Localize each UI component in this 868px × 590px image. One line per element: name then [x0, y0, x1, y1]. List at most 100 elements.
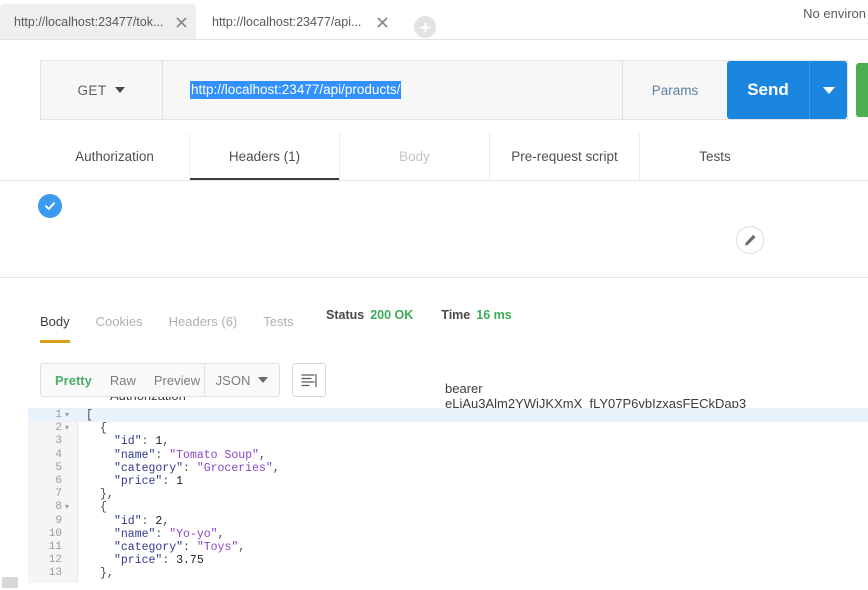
- header-row-empty: Header Value: [40, 221, 770, 474]
- response-format-toggle: Pretty Raw Preview: [40, 363, 216, 397]
- code-token: ,: [272, 461, 280, 475]
- format-pretty-button[interactable]: Pretty: [55, 373, 92, 388]
- postman-window: http://localhost:23477/tok... http://loc…: [0, 0, 868, 590]
- code-token: 3.75: [176, 554, 204, 568]
- code-token: :: [141, 435, 156, 449]
- code-token: "category": [114, 461, 184, 475]
- request-tab-1[interactable]: http://localhost:23477/tok...: [0, 4, 196, 40]
- code-token: :: [162, 554, 177, 568]
- pencil-icon[interactable]: [736, 226, 764, 254]
- response-language-selector[interactable]: JSON: [204, 363, 280, 397]
- http-method-label: GET: [77, 82, 107, 98]
- code-line: 6 "price": 1: [28, 475, 868, 488]
- code-token: :: [155, 448, 170, 462]
- code-token: [: [86, 409, 93, 422]
- tab-headers[interactable]: Headers (1): [190, 133, 340, 181]
- line-number: 4: [55, 448, 62, 461]
- response-body-viewer[interactable]: 1 ▾[2 ▾{3 "id": 1, 4 "name": "Tomato Soup", 5 "…: [28, 408, 868, 583]
- line-number: 8: [55, 501, 62, 514]
- format-preview-button[interactable]: Preview: [154, 373, 200, 388]
- code-line: 5 "category": "Groceries",: [28, 462, 868, 475]
- code-line-text: "id": 1,: [86, 435, 169, 448]
- code-line-text: "category": "Groceries",: [86, 462, 280, 475]
- request-tab-2-title: http://localhost:23477/api...: [212, 15, 362, 29]
- code-line: 2 ▾ {: [28, 422, 868, 435]
- close-icon[interactable]: [373, 13, 391, 31]
- code-token: "price": [114, 474, 163, 488]
- code-line-text: {: [86, 501, 107, 514]
- code-token: "category": [114, 540, 184, 554]
- code-line-text: {: [86, 422, 107, 435]
- status-badge: 200 OK: [370, 308, 414, 322]
- fold-toggle-icon[interactable]: ▾: [65, 409, 73, 422]
- code-token: :: [183, 540, 197, 554]
- line-number: 6: [55, 474, 62, 487]
- code-token: },: [100, 567, 114, 581]
- tab-tests[interactable]: Tests: [640, 133, 790, 180]
- wrap-lines-icon[interactable]: [292, 363, 326, 397]
- code-line: 12 "price": 3.75: [28, 554, 868, 567]
- time-value: 16 ms: [476, 308, 512, 322]
- code-token: ,: [162, 435, 170, 449]
- response-tab-headers[interactable]: Headers (6): [169, 314, 238, 329]
- send-options-button[interactable]: [809, 61, 847, 119]
- code-token: },: [100, 488, 114, 502]
- code-line: 1 ▾ [: [28, 409, 868, 423]
- code-line-text: "name": "Yo-yo",: [86, 528, 224, 541]
- url-bar: GET http://localhost:23477/api/products/…: [40, 60, 848, 120]
- code-line-text: "price": 1: [86, 475, 183, 488]
- request-tab-2[interactable]: http://localhost:23477/api...: [198, 4, 408, 40]
- code-token: ,: [258, 448, 266, 462]
- code-token: ,: [217, 527, 225, 541]
- code-line-text: "name": "Tomato Soup",: [86, 449, 266, 462]
- code-line-text: },: [86, 567, 114, 580]
- fold-toggle-icon[interactable]: ▾: [65, 501, 73, 514]
- add-tab-button[interactable]: [414, 16, 436, 38]
- line-number: 1: [55, 409, 62, 421]
- code-line-text: [: [86, 409, 93, 422]
- code-token: "id": [114, 435, 142, 449]
- line-number: 5: [55, 461, 62, 474]
- code-token: ,: [238, 540, 246, 554]
- code-token: {: [100, 501, 107, 515]
- send-button[interactable]: Send: [727, 61, 809, 119]
- code-line-text: "category": "Toys",: [86, 541, 245, 554]
- response-body-code: 1 ▾[2 ▾{3 "id": 1, 4 "name": "Tomato Soup", 5 "…: [28, 409, 868, 580]
- environment-selector[interactable]: No environ: [803, 6, 868, 21]
- code-token: ,: [162, 514, 170, 528]
- response-tab-tests[interactable]: Tests: [263, 314, 293, 329]
- tab-pre-request-script[interactable]: Pre-request script: [490, 133, 640, 180]
- response-tabs: Body Cookies Headers (6) Tests: [40, 305, 320, 343]
- format-raw-button[interactable]: Raw: [110, 373, 136, 388]
- tab-authorization[interactable]: Authorization: [40, 133, 190, 180]
- status-label: Status: [326, 308, 365, 322]
- code-token: "name": [114, 527, 156, 541]
- save-button[interactable]: [856, 63, 868, 117]
- http-method-selector[interactable]: GET: [41, 61, 163, 119]
- request-tab-1-title: http://localhost:23477/tok...: [14, 15, 164, 29]
- tab-strip-divider: [0, 39, 868, 40]
- tab-body[interactable]: Body: [340, 133, 490, 180]
- code-token: {: [100, 422, 107, 436]
- code-line: 10 "name": "Yo-yo",: [28, 528, 868, 541]
- horizontal-scrollbar[interactable]: [2, 577, 18, 588]
- close-icon[interactable]: [175, 13, 188, 31]
- chevron-down-icon: [258, 377, 269, 383]
- request-tabs: Authorization Headers (1) Body Pre-reque…: [40, 133, 848, 181]
- response-tab-cookies[interactable]: Cookies: [96, 314, 143, 329]
- fold-toggle-icon[interactable]: ▾: [65, 422, 73, 435]
- params-button[interactable]: Params: [623, 61, 727, 119]
- code-token: "Yo-yo": [169, 527, 218, 541]
- code-line: 13},: [28, 567, 868, 580]
- tab-strip: http://localhost:23477/tok... http://loc…: [0, 0, 868, 40]
- chevron-down-icon: [115, 87, 126, 93]
- code-token: "name": [114, 448, 156, 462]
- code-line: 11 "category": "Toys",: [28, 541, 868, 554]
- url-input[interactable]: http://localhost:23477/api/products/: [163, 61, 623, 119]
- url-input-value: http://localhost:23477/api/products/: [190, 81, 402, 99]
- code-line: 4 "name": "Tomato Soup",: [28, 449, 868, 462]
- response-tab-body[interactable]: Body: [40, 314, 70, 343]
- code-token: "id": [114, 514, 142, 528]
- line-number: 2: [55, 422, 62, 435]
- code-token: :: [141, 514, 156, 528]
